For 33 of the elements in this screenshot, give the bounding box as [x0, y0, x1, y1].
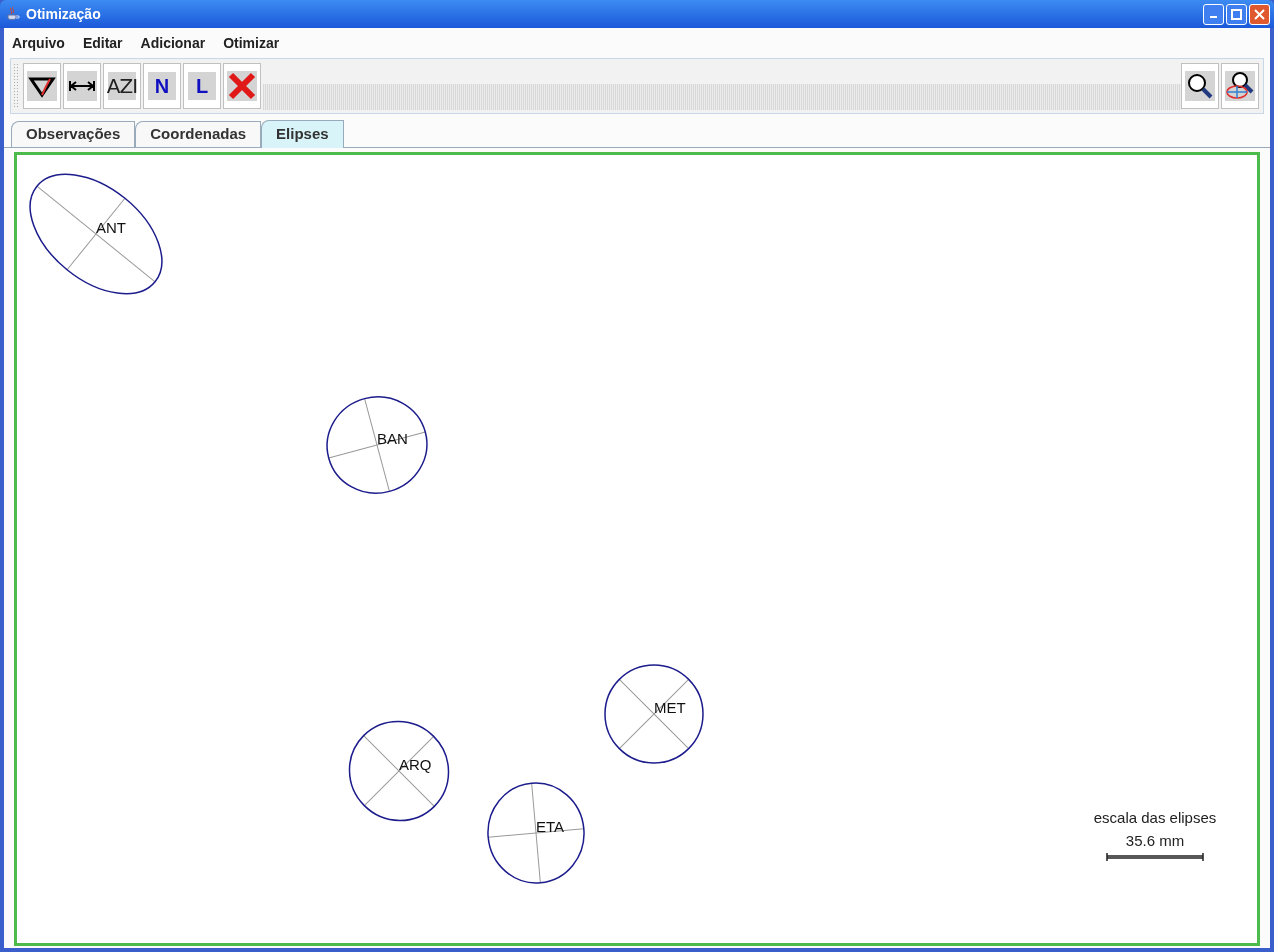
menu-item[interactable]: Adicionar: [138, 32, 208, 54]
maximize-button[interactable]: [1226, 3, 1247, 25]
station-label: MET: [654, 699, 686, 716]
close-icon: [227, 71, 257, 101]
zoom-ellipse-icon: [1225, 71, 1255, 101]
toolbar-button[interactable]: [63, 63, 101, 109]
close-icon: [1254, 8, 1265, 20]
close-button[interactable]: [1249, 3, 1270, 25]
window-title: Otimização: [26, 4, 101, 24]
toolbar-button[interactable]: L: [183, 63, 221, 109]
tab[interactable]: Observações: [11, 121, 136, 147]
toolbar-button[interactable]: [23, 63, 61, 109]
scale-title: escala das elipses: [1093, 808, 1217, 828]
search-icon: [1185, 71, 1215, 101]
station-label: ETA: [536, 818, 565, 835]
minimize-icon: [1210, 16, 1217, 18]
minimize-button[interactable]: [1203, 3, 1224, 25]
station-label: BAN: [377, 430, 408, 447]
station-label: ARQ: [399, 756, 432, 773]
tab[interactable]: Coordenadas: [135, 121, 262, 147]
station-label: ANT: [96, 219, 126, 236]
double-arrow-icon: [68, 79, 96, 93]
tab[interactable]: Elipses: [261, 120, 344, 148]
toolbar-button[interactable]: [1181, 63, 1219, 109]
maximize-icon: [1231, 8, 1242, 20]
toolbar-button[interactable]: [1221, 63, 1259, 109]
scale-value: 35.6 mm: [1125, 830, 1185, 851]
toolbar-button[interactable]: AZI: [103, 63, 141, 109]
menu-item[interactable]: Arquivo: [10, 32, 67, 54]
toolbar-button[interactable]: N: [143, 63, 181, 109]
menu-item[interactable]: Otimizar: [221, 32, 282, 54]
java-cup-icon: [4, 6, 22, 22]
menu-item[interactable]: Editar: [80, 32, 125, 54]
